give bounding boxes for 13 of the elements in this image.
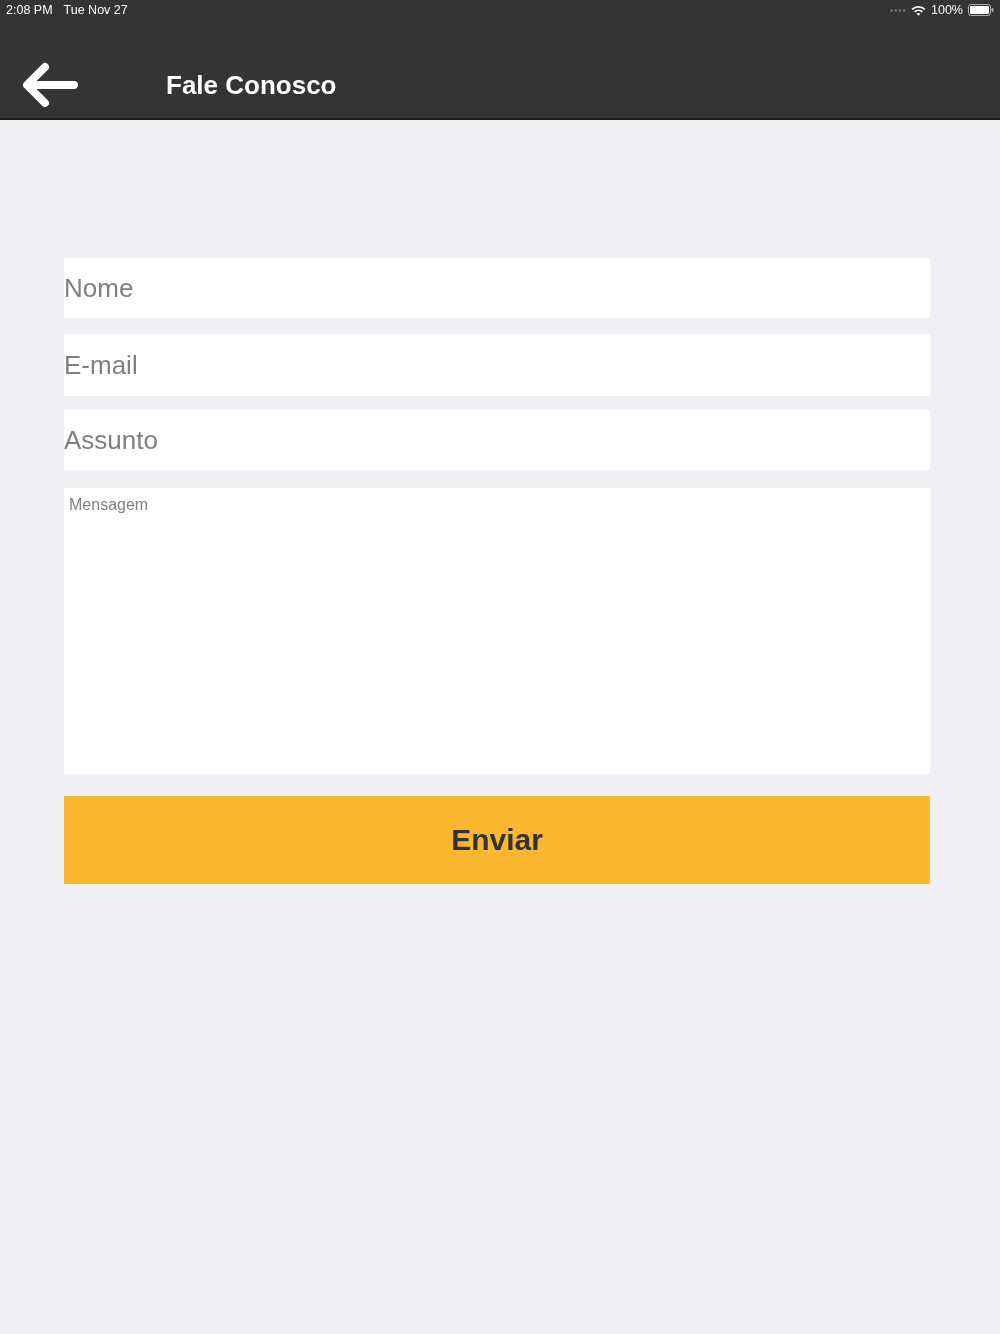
battery-icon — [968, 4, 994, 16]
signal-dots-icon — [890, 8, 906, 12]
wifi-icon — [911, 4, 926, 16]
message-field[interactable]: Mensagem — [64, 488, 930, 774]
status-date: Tue Nov 27 — [63, 3, 128, 17]
send-button[interactable]: Enviar — [64, 796, 930, 884]
back-arrow-icon[interactable] — [22, 62, 78, 108]
page-title: Fale Conosco — [166, 69, 337, 101]
input-field[interactable]: E-mail — [64, 334, 930, 396]
status-time: 2:08 PM — [6, 3, 53, 17]
input-field[interactable]: Nome — [64, 258, 930, 318]
input-field[interactable]: Assunto — [64, 410, 930, 470]
battery-percent: 100% — [931, 3, 963, 17]
